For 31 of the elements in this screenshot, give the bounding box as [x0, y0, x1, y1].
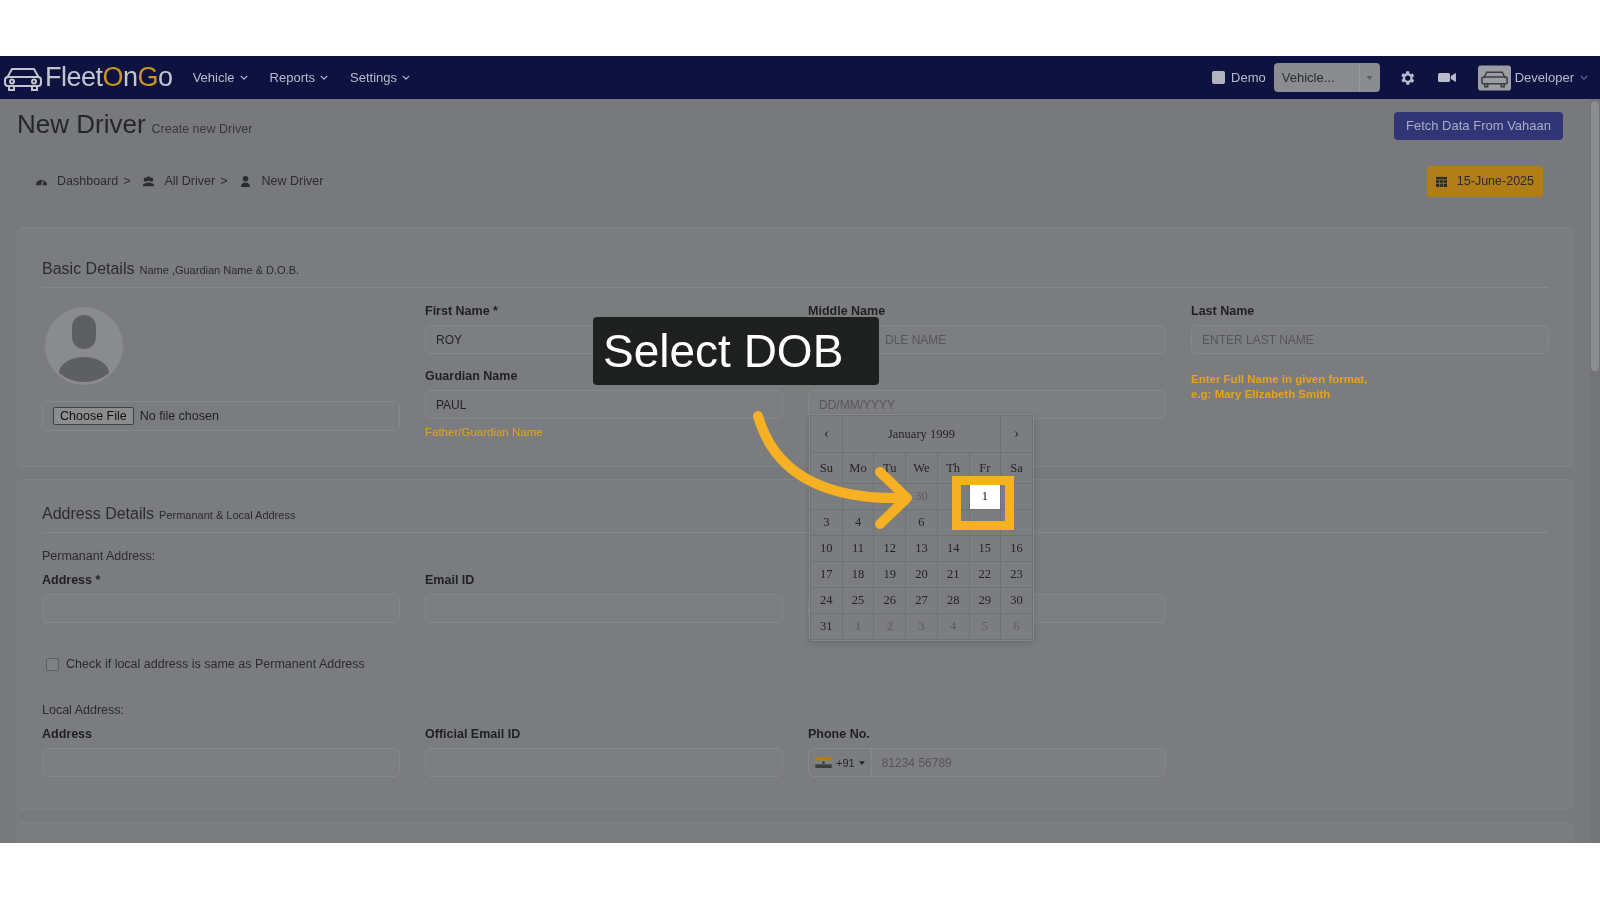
helper-text: Father/Guardian Name [425, 426, 544, 438]
date-text: 15-June-2025 [1456, 174, 1534, 188]
weekday-label: Su [810, 452, 843, 484]
logo-text: FleetOnGo [45, 62, 173, 93]
section-subtitle: Name ,Guardian Name & D.O.B. [139, 264, 300, 276]
field-label: Address [42, 727, 94, 742]
field-label: Official Email ID [425, 727, 522, 742]
field-label: Middle Name [808, 304, 887, 319]
field-label: Email ID [425, 573, 476, 588]
weekday-label: Mo [842, 452, 874, 484]
weekday-label: Tu [873, 452, 906, 484]
field-label: First Name * [425, 304, 499, 319]
page-subtitle: Create new Driver [151, 121, 253, 136]
field-label: Address * [42, 573, 102, 588]
section-label: Permanant Address: [42, 549, 156, 563]
section-subtitle: Permanant & Local Address [159, 509, 296, 521]
section-label: Local Address: [42, 703, 124, 717]
demo-label: Demo [1231, 70, 1266, 85]
field-label: Guardian Name [425, 369, 519, 384]
field-label: Last Name [1191, 304, 1256, 319]
breadcrumb-separator: > [123, 174, 131, 188]
caption-tooltip: Select DOB [593, 317, 879, 385]
page-title: New Driver [17, 109, 146, 140]
field-label: Phone No. [808, 727, 871, 742]
section-title: Basic Details [42, 260, 135, 278]
file-status-text: No file chosen [139, 409, 219, 423]
helper-text: Enter Full Name in given format, e.g: Mary Elizabeth Smith [1191, 372, 1369, 402]
checkbox-label: Check if local address is same as Permanent Address [66, 657, 365, 671]
breadcrumb-separator: > [220, 174, 228, 188]
weekday-label: We [905, 452, 938, 484]
section-title: Address Details [42, 505, 155, 523]
